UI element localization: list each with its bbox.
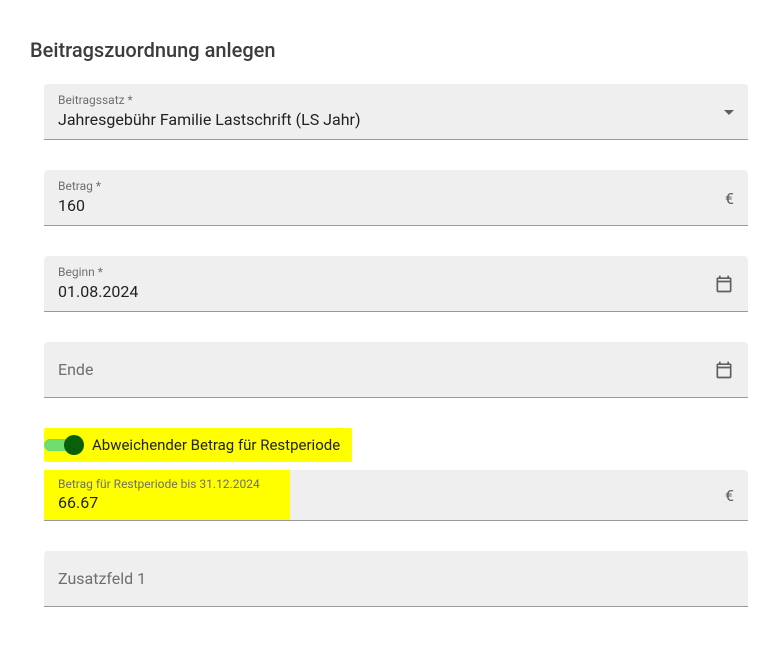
restperiode-label: Betrag für Restperiode bis 31.12.2024 (58, 477, 715, 491)
restperiode-toggle-row: Abweichender Betrag für Restperiode (44, 428, 748, 462)
restperiode-row: Betrag für Restperiode bis 31.12.2024 66… (44, 470, 748, 521)
page-title: Beitragszuordnung anlegen (30, 38, 748, 62)
highlight-toggle: Abweichender Betrag für Restperiode (44, 428, 352, 462)
calendar-icon[interactable] (714, 274, 734, 294)
beitragssatz-select[interactable]: Beitragssatz * Jahresgebühr Familie Last… (44, 84, 748, 140)
form-page: Beitragszuordnung anlegen Beitragssatz *… (0, 0, 784, 647)
currency-symbol: € (725, 486, 734, 505)
betrag-value: 160 (58, 196, 715, 217)
betrag-input[interactable]: Betrag * 160 € (44, 170, 748, 226)
restperiode-toggle-label: Abweichender Betrag für Restperiode (92, 436, 340, 454)
beginn-label: Beginn * (58, 265, 704, 279)
beginn-input[interactable]: Beginn * 01.08.2024 (44, 256, 748, 312)
restperiode-value: 66.67 (58, 493, 715, 514)
zusatzfeld1-row: Zusatzfeld 1 (44, 551, 748, 607)
beginn-row: Beginn * 01.08.2024 (44, 256, 748, 312)
zusatzfeld1-input[interactable]: Zusatzfeld 1 (44, 551, 748, 607)
ende-row: Ende (44, 342, 748, 398)
beginn-value: 01.08.2024 (58, 282, 704, 303)
beitragssatz-value: Jahresgebühr Familie Lastschrift (LS Jah… (58, 110, 714, 131)
beitragssatz-label: Beitragssatz * (58, 93, 714, 107)
beitragssatz-row: Beitragssatz * Jahresgebühr Familie Last… (44, 84, 748, 140)
dropdown-icon (724, 110, 734, 115)
currency-symbol: € (725, 189, 734, 208)
restperiode-input[interactable]: Betrag für Restperiode bis 31.12.2024 66… (44, 470, 748, 521)
calendar-icon[interactable] (714, 360, 734, 380)
betrag-row: Betrag * 160 € (44, 170, 748, 226)
restperiode-toggle[interactable] (44, 434, 84, 456)
zusatzfeld1-label: Zusatzfeld 1 (58, 569, 734, 590)
betrag-label: Betrag * (58, 179, 715, 193)
toggle-thumb (64, 435, 84, 455)
ende-label: Ende (58, 360, 704, 381)
ende-input[interactable]: Ende (44, 342, 748, 398)
